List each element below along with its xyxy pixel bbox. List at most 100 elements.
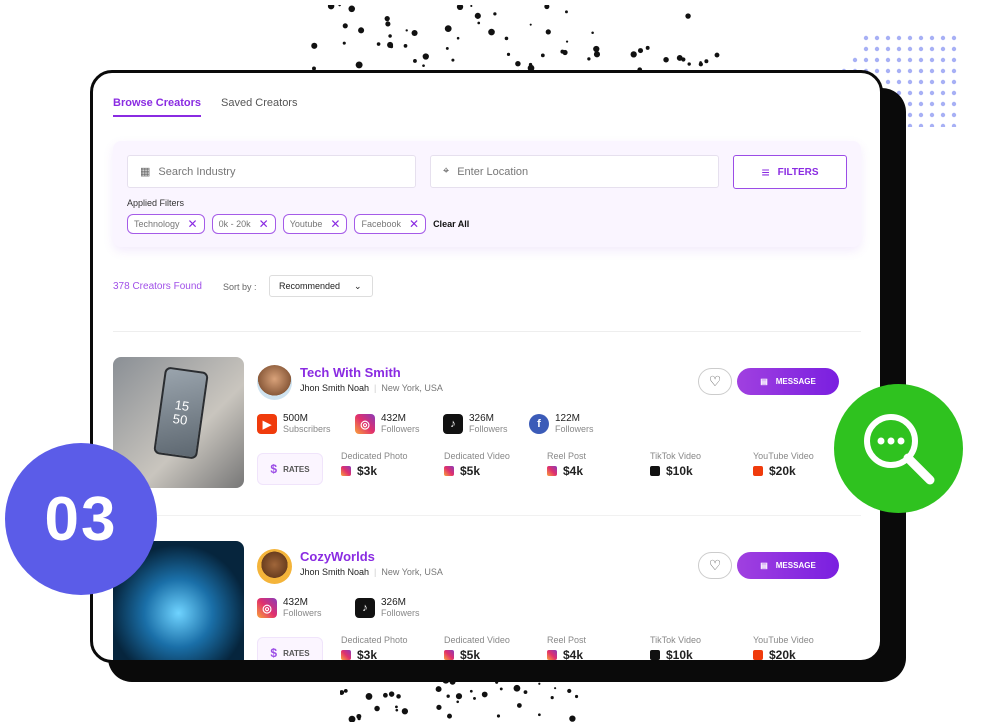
message-label: MESSAGE <box>775 377 816 386</box>
favorite-button[interactable]: ♡ <box>698 368 732 395</box>
rates-badge: $ RATES <box>257 637 323 660</box>
grid-dot <box>918 79 924 85</box>
divider <box>113 515 861 516</box>
dot <box>587 57 591 61</box>
stat-instagram: ◎ 432M Followers <box>355 413 420 435</box>
location-input[interactable]: ⌖ Enter Location <box>430 155 719 188</box>
message-button[interactable]: ▤ MESSAGE <box>737 368 839 395</box>
grid-dot <box>918 101 924 107</box>
phone: 15 50 <box>153 366 209 460</box>
rate-value: $3k <box>357 648 378 662</box>
youtube-icon: ▶ <box>257 414 277 434</box>
filters-button[interactable]: ≡ FILTERS <box>733 155 847 189</box>
dot <box>565 40 569 43</box>
dot <box>554 687 557 690</box>
grid-dot <box>951 57 957 63</box>
rate-label: Reel Post <box>547 451 587 461</box>
grid-dot <box>929 35 935 41</box>
dot <box>488 28 495 36</box>
rate-item: Dedicated Photo $3k <box>341 451 408 478</box>
tab-saved-creators[interactable]: Saved Creators <box>221 97 297 117</box>
dot <box>311 42 318 49</box>
dot <box>456 5 464 11</box>
filter-chip: 0k - 20k ✕ <box>211 214 276 234</box>
dot <box>456 36 460 40</box>
dot <box>567 688 572 694</box>
dot <box>569 715 576 722</box>
youtube-icon <box>753 466 763 476</box>
dot <box>446 694 450 698</box>
avatar <box>257 365 292 400</box>
instagram-icon <box>547 466 557 476</box>
dot <box>413 59 417 63</box>
grid-dot <box>907 35 913 41</box>
rates-badge: $ RATES <box>257 453 323 485</box>
industry-search-input[interactable]: ▦ Search Industry <box>127 155 416 188</box>
dot <box>687 62 691 66</box>
rate-value: $3k <box>357 464 378 478</box>
grid-dot <box>907 46 913 52</box>
grid-dot <box>874 35 880 41</box>
dot <box>645 45 650 50</box>
close-icon[interactable]: ✕ <box>330 217 340 231</box>
grid-dot <box>940 90 946 96</box>
rate-item: TikTok Video $10k <box>650 635 701 660</box>
creator-handle: Jhon Smith Noah <box>300 383 370 393</box>
favorite-button[interactable]: ♡ <box>698 552 732 579</box>
tiktok-icon: ♪ <box>443 414 463 434</box>
grid-dot <box>940 101 946 107</box>
instagram-icon <box>341 466 351 476</box>
dot <box>384 15 390 22</box>
dot <box>388 691 395 697</box>
rate-label: YouTube Video <box>753 451 814 461</box>
instagram-icon: ◎ <box>257 598 277 618</box>
dot <box>469 689 473 693</box>
dot <box>365 693 373 700</box>
filter-chip: Facebook ✕ <box>354 214 427 234</box>
dot <box>422 53 429 60</box>
grid-dot <box>951 112 957 118</box>
dot <box>376 42 381 46</box>
grid-dot <box>929 68 935 74</box>
close-icon[interactable]: ✕ <box>188 217 198 231</box>
sort-dropdown[interactable]: Recommended ⌄ <box>269 275 373 297</box>
grid-dot <box>951 68 957 74</box>
close-icon[interactable]: ✕ <box>259 217 269 231</box>
filter-icon: ≡ <box>761 164 770 180</box>
rate-item: YouTube Video $20k <box>753 451 814 478</box>
rate-value: $5k <box>460 464 481 478</box>
grid-dot <box>940 79 946 85</box>
grid-dot <box>918 68 924 74</box>
clear-all-button[interactable]: Clear All <box>433 219 469 229</box>
stat-label: Followers <box>555 424 594 434</box>
message-label: MESSAGE <box>775 561 816 570</box>
dot <box>591 31 594 35</box>
dot <box>374 705 380 712</box>
creator-name[interactable]: Tech With Smith <box>300 365 401 380</box>
dollar-badge-icon: $ <box>270 646 278 660</box>
dot <box>504 36 509 41</box>
tab-browse-creators[interactable]: Browse Creators <box>113 97 202 117</box>
results-count: 378 Creators Found <box>113 281 202 292</box>
dot <box>565 10 568 14</box>
stat-value: 326M <box>469 413 495 424</box>
stat-value: 432M <box>283 597 309 608</box>
dot <box>358 27 365 34</box>
applied-filters-label: Applied Filters <box>127 198 185 208</box>
creator-handle: Jhon Smith Noah <box>300 567 370 577</box>
close-icon[interactable]: ✕ <box>409 217 419 231</box>
dot <box>506 52 511 56</box>
grid-dot <box>929 57 935 63</box>
rate-item: Dedicated Photo $3k <box>341 635 408 662</box>
rate-label: Dedicated Photo <box>341 451 408 461</box>
dot <box>343 688 348 693</box>
grid-dot <box>940 35 946 41</box>
creator-name[interactable]: CozyWorlds <box>300 549 375 564</box>
dot <box>538 682 541 685</box>
grid-dot <box>907 90 913 96</box>
dot <box>401 708 409 715</box>
rates-label: RATES <box>283 464 310 474</box>
decorative-dots <box>311 5 720 80</box>
message-button[interactable]: ▤ MESSAGE <box>737 552 839 579</box>
grid-dot <box>918 90 924 96</box>
